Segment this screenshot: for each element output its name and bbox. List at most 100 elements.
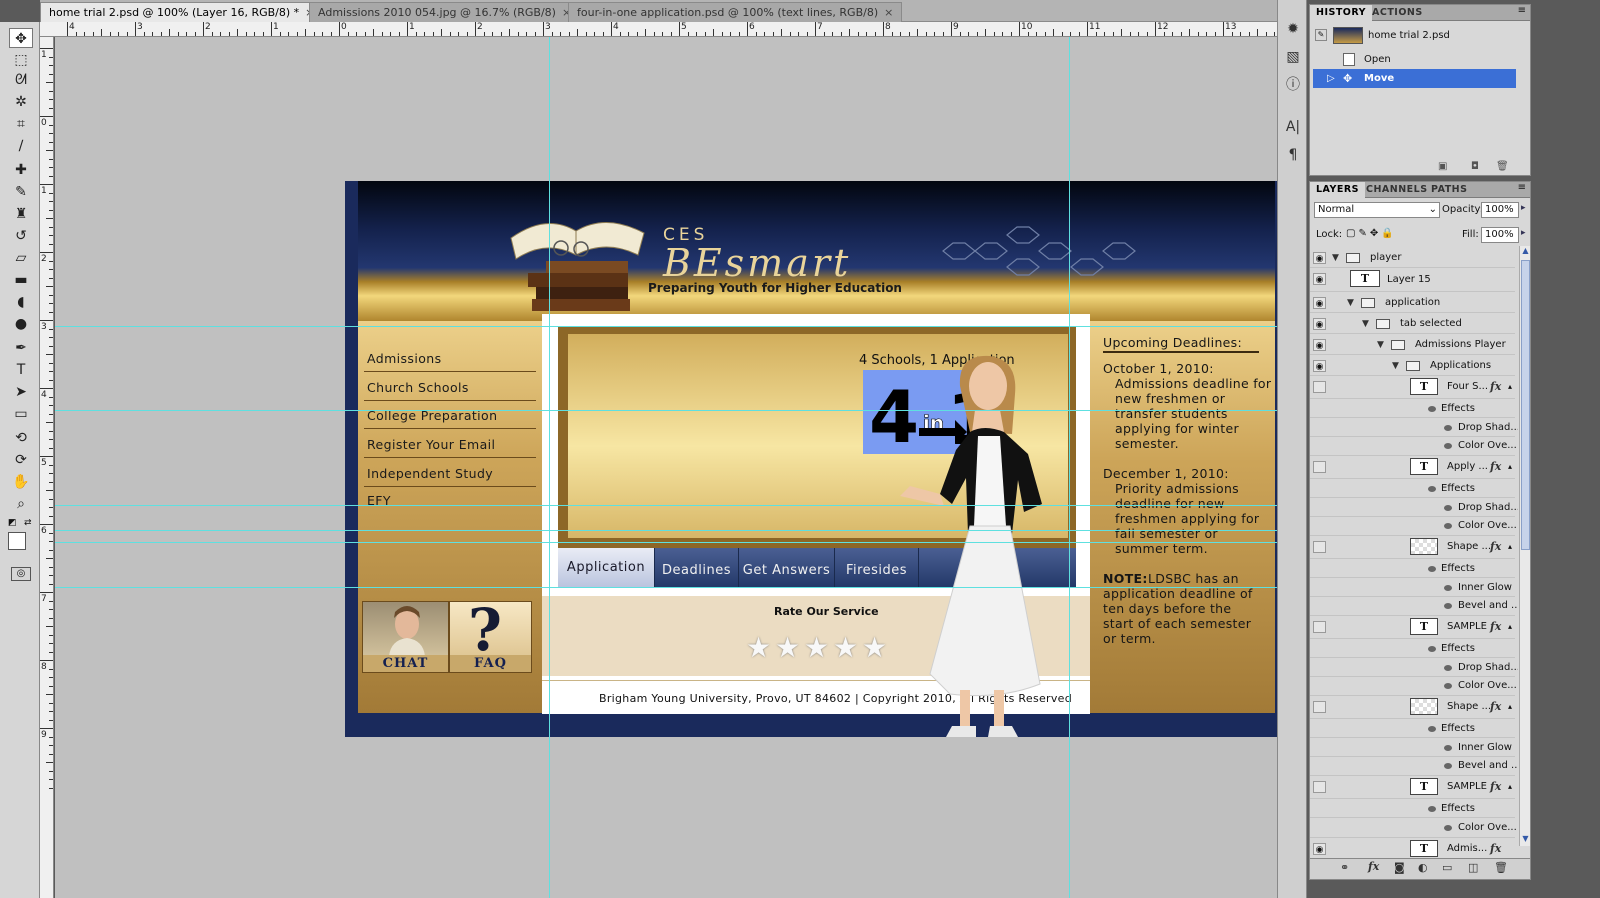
layer-row[interactable]: ◉ T SAMPLEfx ▴ [1310,777,1515,799]
effects-eye-icon[interactable] [1428,486,1436,492]
collapse-icon[interactable]: ▴ [1508,537,1512,557]
paragraph-icon[interactable]: ¶ [1282,144,1304,166]
collapse-icon[interactable]: ▼ [1332,248,1339,268]
tab-history[interactable]: HISTORY [1310,5,1373,21]
layers-scrollbar[interactable]: ▲ ▼ [1519,246,1530,846]
nav-church-schools[interactable]: Church Schools [364,373,536,401]
eye-icon[interactable]: ◉ [1313,318,1326,330]
panel-menu-icon[interactable]: ≡ [1518,182,1526,193]
eye-icon[interactable]: ◉ [1313,621,1326,633]
info-icon[interactable]: ⓘ [1282,74,1304,96]
tab-four-in-one[interactable]: four-in-one application.psd @ 100% (text… [568,2,903,22]
star-icon[interactable]: ★ [775,631,800,664]
magic-wand-icon[interactable]: ✲ [9,92,33,112]
scroll-up-icon[interactable]: ▲ [1521,246,1530,256]
tab-get-answers[interactable]: Get Answers [739,548,835,588]
effect-eye-icon[interactable] [1444,603,1452,609]
effects-row[interactable]: Effects [1310,800,1515,818]
guide-line[interactable] [549,37,550,898]
effect-row[interactable]: Drop Shad... [1310,419,1518,437]
snapshot-icon[interactable]: ◘ [1471,161,1479,172]
healing-brush-icon[interactable]: ✚ [9,160,33,180]
effect-row[interactable]: Color Ove... [1310,517,1517,536]
effect-row[interactable]: Color Ove... [1310,819,1517,838]
histogram-icon[interactable]: ▧ [1282,46,1304,68]
effects-row[interactable]: Effects [1310,400,1515,418]
effect-eye-icon[interactable] [1444,825,1452,831]
close-icon[interactable]: × [884,6,893,19]
effect-row[interactable]: Bevel and ... [1310,757,1518,776]
effect-eye-icon[interactable] [1444,683,1452,689]
lock-icons[interactable]: ▢✎✥🔒 [1346,228,1397,239]
mask-icon[interactable]: ◙ [1394,861,1405,874]
tab-admissions-jpg[interactable]: Admissions 2010 054.jpg @ 16.7% (RGB/8) × [309,2,581,22]
scroll-thumb[interactable] [1521,260,1530,550]
gradient-tool-icon[interactable]: ▬ [9,270,33,290]
fx-icon[interactable]: fx [1490,377,1501,397]
guide-line[interactable] [55,505,1302,506]
layer-row[interactable]: ◉ Shape ...fx ▴ [1310,697,1515,719]
effect-row[interactable]: Color Ove... [1310,677,1517,696]
effects-row[interactable]: Effects [1310,480,1515,498]
blend-mode-select[interactable]: Normal ⌄ [1314,202,1440,218]
hand-tool-icon[interactable]: ✋ [9,472,33,492]
fx-icon[interactable]: fx [1368,860,1379,873]
eye-icon[interactable]: ◉ [1313,701,1326,713]
fx-icon[interactable]: fx [1490,839,1501,857]
collapse-icon[interactable]: ▴ [1508,697,1512,717]
guide-line[interactable] [55,326,1302,327]
layer-row[interactable]: ◉ T Layer 15 [1310,269,1515,292]
navigator-icon[interactable]: ✹ [1282,18,1304,40]
layer-row[interactable]: ◉ T SAMPLEfx ▴ [1310,617,1515,639]
lasso-tool-icon[interactable]: ᘛ [9,70,33,90]
effect-row[interactable]: Color Ove... [1310,437,1517,456]
3d-rotate-icon[interactable]: ⟲ [9,428,33,448]
guide-line[interactable] [55,530,1302,531]
chevron-right-icon[interactable]: ▸ [1521,228,1526,238]
layer-row[interactable]: ◉ ▼ application [1310,293,1515,313]
new-document-icon[interactable]: ▣ [1438,161,1447,172]
effects-eye-icon[interactable] [1428,726,1436,732]
horizontal-ruler[interactable]: 4 3 2 1 0 1 2 3 4 5 6 7 8 9 10 11 12 13 [40,22,1302,37]
dodge-tool-icon[interactable]: ● [9,314,33,334]
pen-tool-icon[interactable]: ✒ [9,338,33,358]
panel-menu-icon[interactable]: ≡ [1518,5,1526,16]
default-colors-icon[interactable]: ◩ [8,518,17,528]
marquee-tool-icon[interactable]: ⬚ [9,50,33,70]
tab-deadlines[interactable]: Deadlines [655,548,739,588]
move-tool-icon[interactable]: ✥ [9,28,33,48]
layer-row[interactable]: ◉ T Four S...fx ▴ [1310,377,1515,399]
guide-line[interactable] [55,542,1302,543]
eye-icon[interactable]: ◉ [1313,781,1326,793]
history-brush-icon[interactable]: ↺ [9,226,33,246]
faq-button[interactable]: ? FAQ [449,596,532,673]
scroll-down-icon[interactable]: ▼ [1521,834,1530,844]
collapse-icon[interactable]: ▼ [1392,356,1399,376]
guide-line[interactable] [1069,37,1070,898]
brush-tool-icon[interactable]: ✎ [9,182,33,202]
eyedropper-icon[interactable]: ∕ [9,136,33,156]
layer-row[interactable]: ◉ ▼ player [1310,248,1515,268]
fill-field[interactable]: 100% [1481,227,1519,243]
collapse-icon[interactable]: ▴ [1508,617,1512,637]
eye-icon[interactable]: ◉ [1313,273,1326,285]
effect-eye-icon[interactable] [1444,665,1452,671]
collapse-icon[interactable]: ▴ [1508,457,1512,477]
eye-icon[interactable]: ◉ [1313,360,1326,372]
effects-eye-icon[interactable] [1428,646,1436,652]
new-layer-icon[interactable]: ◫ [1468,861,1478,874]
effect-eye-icon[interactable] [1444,523,1452,529]
tab-application[interactable]: Application [558,548,655,588]
eye-icon[interactable]: ◉ [1313,381,1326,393]
collapse-icon[interactable]: ▼ [1377,335,1384,355]
star-icon[interactable]: ★ [833,631,858,664]
effect-row[interactable]: Inner Glow [1310,579,1515,597]
eye-icon[interactable]: ◉ [1313,297,1326,309]
document-canvas[interactable]: CES BEsmart Preparing Youth for Higher E… [55,37,1302,898]
effect-eye-icon[interactable] [1444,505,1452,511]
fx-icon[interactable]: fx [1490,457,1501,477]
layer-row[interactable]: ◉ ▼ tab selected [1310,314,1515,334]
crop-tool-icon[interactable]: ⌗ [9,114,33,134]
link-layers-icon[interactable]: ⚭ [1340,861,1349,874]
fx-icon[interactable]: fx [1490,697,1501,717]
